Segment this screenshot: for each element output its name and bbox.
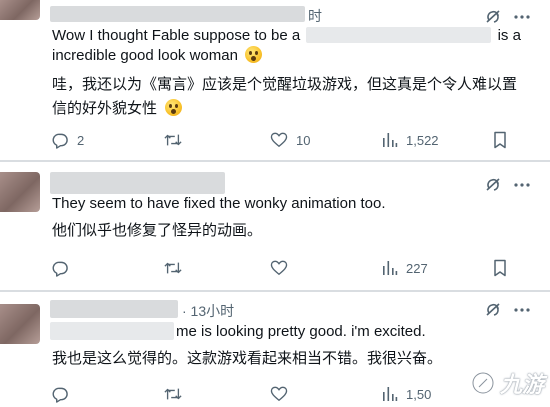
action-bar: 2 10 1,522 <box>52 130 522 150</box>
reply-button[interactable] <box>52 386 77 403</box>
bookmark-icon <box>494 131 506 149</box>
more-dots-icon[interactable] <box>512 301 532 319</box>
astonished-face-emoji <box>164 99 182 116</box>
like-count: 10 <box>296 132 311 148</box>
views-count: 1,50 <box>406 386 432 402</box>
more-dots-icon[interactable] <box>512 8 532 26</box>
reply-button[interactable]: 2 <box>52 132 84 149</box>
repost-button[interactable] <box>164 386 190 402</box>
bookmark-button[interactable] <box>492 131 508 149</box>
username-blurred[interactable] <box>50 300 178 318</box>
grok-slash-icon[interactable] <box>484 176 502 194</box>
post-timestamp[interactable]: 时 <box>308 6 322 26</box>
repost-button[interactable] <box>164 132 190 148</box>
astonished-face-emoji <box>245 46 263 63</box>
reply-count: 2 <box>77 132 85 148</box>
grok-slash-icon[interactable] <box>484 8 502 26</box>
heart-icon <box>270 386 288 402</box>
post-3[interactable]: · 13小时 me is looking pretty good. i'm ex… <box>0 292 550 407</box>
post-header-actions <box>484 176 532 194</box>
redacted-text <box>50 322 174 340</box>
bookmark-button[interactable] <box>492 259 508 277</box>
post-header-actions <box>484 301 532 319</box>
repost-button[interactable] <box>164 260 190 276</box>
post-text-zh: 他们似乎也修复了怪异的动画。 <box>52 221 263 239</box>
post-2[interactable]: They seem to have fixed the wonky animat… <box>0 162 550 290</box>
reply-button[interactable] <box>52 260 77 277</box>
post-text-en: They seem to have fixed the wonky animat… <box>52 195 386 212</box>
post-text-zh-content: 哇，我还以为《寓言》应该是个觉醒垃圾游戏，但这真是个令人难以置信的好外貌女性 <box>52 75 518 117</box>
post-header-actions <box>484 8 532 26</box>
post-text-en-line1: Wow I thought Fable suppose to be a <box>52 27 301 44</box>
reply-bubble-icon <box>52 133 68 149</box>
post-timestamp[interactable]: · 13小时 <box>182 301 234 321</box>
post-text-zh: 哇，我还以为《寓言》应该是个觉醒垃圾游戏，但这真是个令人难以置信的好外貌女性 <box>52 72 517 120</box>
views-button[interactable]: 1,50 <box>382 386 431 402</box>
views-bars-icon <box>383 133 398 147</box>
reply-bubble-icon <box>52 261 68 277</box>
post-text-en-tail: is a <box>497 27 521 44</box>
post-text-en: me is looking pretty good. i'm excited. <box>176 323 426 340</box>
post-text-en: Wow I thought Fable suppose to be a is a… <box>52 26 532 66</box>
watermark-logo-icon <box>471 371 495 395</box>
heart-icon <box>270 132 288 148</box>
watermark-text: 九游 <box>499 373 544 398</box>
post-text-en-line2: incredible good look woman <box>52 47 238 64</box>
heart-icon <box>270 260 288 276</box>
views-bars-icon <box>383 261 398 275</box>
grok-slash-icon[interactable] <box>484 301 502 319</box>
views-button[interactable]: 227 <box>382 260 428 276</box>
like-button[interactable]: 10 <box>270 132 310 148</box>
avatar[interactable] <box>0 172 40 212</box>
bookmark-icon <box>494 259 506 277</box>
repost-arrows-icon <box>164 134 182 146</box>
reply-bubble-icon <box>52 387 68 403</box>
username-blurred[interactable] <box>50 6 305 22</box>
action-bar: 1,50 <box>52 384 522 404</box>
like-button[interactable] <box>270 386 296 402</box>
avatar[interactable] <box>0 0 40 20</box>
repost-arrows-icon <box>164 262 182 274</box>
like-button[interactable] <box>270 260 296 276</box>
views-count: 1,522 <box>406 132 439 148</box>
username-blurred[interactable] <box>50 172 225 194</box>
views-bars-icon <box>383 387 398 401</box>
post-text-zh: 我也是这么觉得的。这款游戏看起来相当不错。我很兴奋。 <box>52 349 443 367</box>
views-count: 227 <box>406 260 428 276</box>
views-button[interactable]: 1,522 <box>382 132 439 148</box>
avatar[interactable] <box>0 304 40 344</box>
watermark: 九游 <box>470 367 544 399</box>
more-dots-icon[interactable] <box>512 176 532 194</box>
action-bar: 227 <box>52 258 522 278</box>
redacted-text <box>306 27 492 43</box>
post-1[interactable]: 时 Wow I thought Fable suppose to be a is… <box>0 0 550 160</box>
repost-arrows-icon <box>164 388 182 400</box>
